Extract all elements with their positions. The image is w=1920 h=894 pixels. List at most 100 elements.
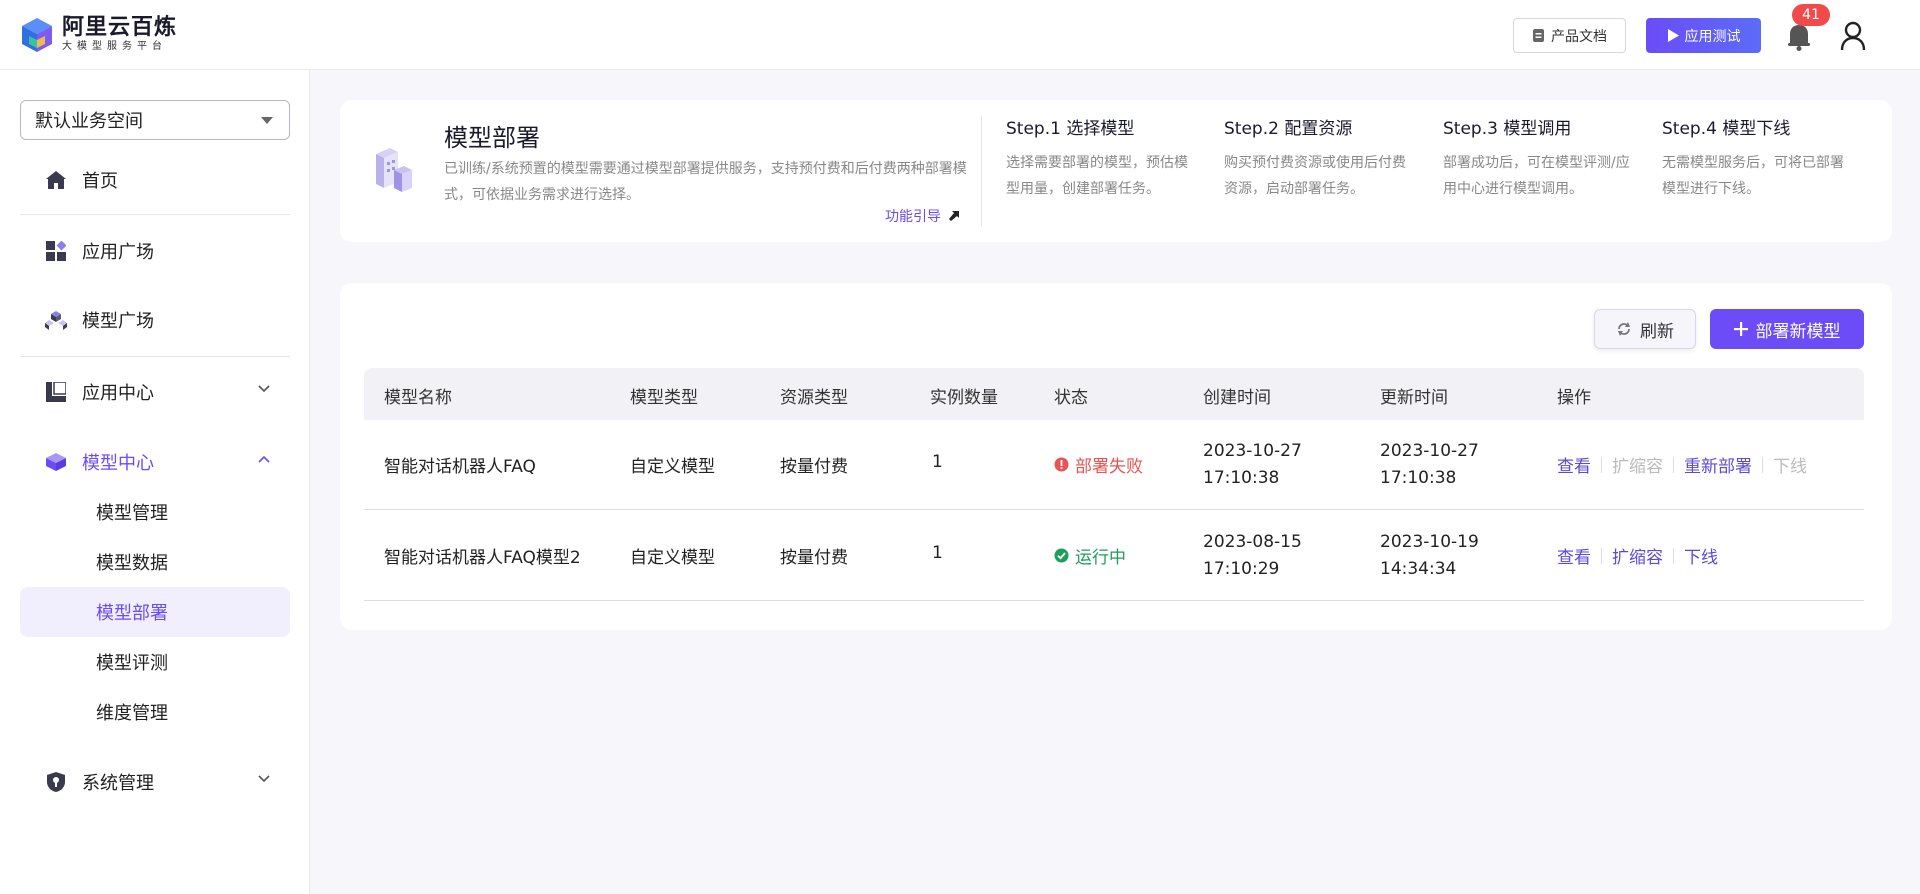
app-test-button[interactable]: 应用测试 bbox=[1646, 18, 1761, 53]
table-row: 智能对话机器人FAQ模型2 自定义模型 按量付费 1 运行中 2023-08-1… bbox=[364, 511, 1864, 601]
sidebar-item-home[interactable]: 首页 bbox=[20, 155, 290, 205]
sidebar-subitem-model-evaluation[interactable]: 模型评测 bbox=[20, 637, 290, 687]
refresh-button[interactable]: 刷新 bbox=[1594, 309, 1696, 349]
chevron-down-icon bbox=[258, 385, 270, 393]
divider bbox=[1762, 456, 1763, 473]
user-icon[interactable] bbox=[1838, 20, 1868, 52]
resource-type-cell: 按量付费 bbox=[780, 548, 848, 568]
step-description: 无需模型服务后，可将已部署模型进行下线。 bbox=[1662, 155, 1844, 197]
divider bbox=[1601, 547, 1602, 564]
scale-link[interactable]: 扩缩容 bbox=[1612, 543, 1663, 568]
column-header: 操作 bbox=[1557, 388, 1591, 408]
sidebar-subitem-label: 模型管理 bbox=[96, 503, 168, 524]
sidebar-item-model-center[interactable]: 模型中心 bbox=[20, 437, 290, 487]
app-logo[interactable]: 阿里云百炼 大模型服务平台 bbox=[20, 16, 177, 54]
sidebar-subitem-model-deployment[interactable]: 模型部署 bbox=[20, 587, 290, 637]
sidebar-item-label: 应用广场 bbox=[82, 242, 154, 263]
buildings-icon bbox=[376, 148, 412, 192]
grid-icon bbox=[44, 239, 68, 263]
cubes-icon bbox=[44, 308, 68, 332]
play-icon bbox=[1667, 29, 1679, 42]
step-2: Step.2 配置资源 购买预付费资源或使用后付费资源，启动部署任务。 bbox=[1224, 116, 1414, 202]
plus-icon bbox=[1733, 322, 1748, 336]
check-circle-icon bbox=[1054, 548, 1069, 563]
arrow-up-right-icon bbox=[949, 211, 959, 221]
sidebar-item-model-square[interactable]: 模型广场 bbox=[20, 295, 290, 345]
chevron-down-icon bbox=[258, 775, 270, 783]
redeploy-link[interactable]: 重新部署 bbox=[1684, 452, 1752, 477]
column-header: 创建时间 bbox=[1203, 388, 1271, 408]
updated-date: 2023-10-27 bbox=[1380, 441, 1479, 461]
home-icon bbox=[44, 168, 68, 192]
model-type-cell: 自定义模型 bbox=[630, 548, 715, 568]
created-time-cell: 2023-10-27 17:10:38 bbox=[1203, 438, 1302, 492]
offline-link[interactable]: 下线 bbox=[1684, 543, 1718, 568]
sidebar-item-app-square[interactable]: 应用广场 bbox=[20, 226, 290, 276]
created-clock: 17:10:38 bbox=[1203, 468, 1280, 488]
step-description: 部署成功后，可在模型评测/应用中心进行模型调用。 bbox=[1443, 155, 1630, 197]
divider bbox=[1673, 456, 1674, 473]
deploy-new-model-button[interactable]: 部署新模型 bbox=[1710, 309, 1864, 349]
created-date: 2023-10-27 bbox=[1203, 441, 1302, 461]
sidebar-subitem-model-data[interactable]: 模型数据 bbox=[20, 537, 290, 587]
table-row: 智能对话机器人FAQ 自定义模型 按量付费 1 部署失败 2023-10-27 … bbox=[364, 420, 1864, 510]
page-title: 模型部署 bbox=[444, 124, 540, 152]
column-header: 状态 bbox=[1054, 388, 1088, 408]
app-title: 阿里云百炼 bbox=[62, 15, 178, 40]
sidebar-item-label: 首页 bbox=[82, 171, 118, 192]
model-center-icon bbox=[44, 450, 68, 474]
step-title: Step.2 配置资源 bbox=[1224, 119, 1353, 139]
page-description: 已训练/系统预置的模型需要通过模型部署提供服务，支持预付费和后付费两种部署模式，… bbox=[444, 161, 967, 203]
scale-link[interactable]: 扩缩容 bbox=[1612, 452, 1663, 477]
column-header: 模型类型 bbox=[630, 388, 698, 408]
feature-guide-link[interactable]: 功能引导 bbox=[885, 206, 959, 226]
status-label: 运行中 bbox=[1075, 548, 1126, 568]
sidebar-subitem-label: 模型评测 bbox=[96, 653, 168, 674]
app-center-icon bbox=[44, 380, 68, 404]
divider bbox=[1673, 547, 1674, 564]
sidebar-item-label: 模型广场 bbox=[82, 311, 154, 332]
updated-time-cell: 2023-10-19 14:34:34 bbox=[1380, 529, 1479, 583]
deployment-table-card: 刷新 部署新模型 模型名称 模型类型 资源类型 实例数量 状态 创建时间 更新时… bbox=[340, 283, 1892, 630]
view-link[interactable]: 查看 bbox=[1557, 452, 1591, 477]
step-description: 选择需要部署的模型，预估模型用量，创建部署任务。 bbox=[1006, 155, 1188, 197]
app-subtitle: 大模型服务平台 bbox=[62, 41, 167, 52]
step-1: Step.1 选择模型 选择需要部署的模型，预估模型用量，创建部署任务。 bbox=[1006, 116, 1196, 202]
step-title: Step.4 模型下线 bbox=[1662, 119, 1791, 139]
offline-link[interactable]: 下线 bbox=[1773, 452, 1807, 477]
sidebar-subitem-label: 模型部署 bbox=[96, 603, 168, 624]
step-3: Step.3 模型调用 部署成功后，可在模型评测/应用中心进行模型调用。 bbox=[1443, 116, 1633, 202]
sidebar-subitem-dimension-management[interactable]: 维度管理 bbox=[20, 687, 290, 737]
step-4: Step.4 模型下线 无需模型服务后，可将已部署模型进行下线。 bbox=[1662, 116, 1852, 202]
chevron-up-icon bbox=[258, 455, 270, 463]
step-title: Step.1 选择模型 bbox=[1006, 119, 1135, 139]
created-time-cell: 2023-08-15 17:10:29 bbox=[1203, 529, 1302, 583]
workspace-select[interactable]: 默认业务空间 bbox=[20, 100, 290, 140]
column-header: 资源类型 bbox=[780, 388, 848, 408]
sidebar-item-label: 系统管理 bbox=[82, 773, 154, 794]
created-clock: 17:10:29 bbox=[1203, 559, 1280, 579]
sidebar-item-label: 模型中心 bbox=[82, 453, 154, 474]
sidebar-item-app-center[interactable]: 应用中心 bbox=[20, 367, 290, 417]
model-name-cell: 智能对话机器人FAQ模型2 bbox=[384, 548, 581, 568]
document-icon bbox=[1533, 29, 1544, 42]
chevron-down-icon bbox=[261, 117, 273, 124]
updated-date: 2023-10-19 bbox=[1380, 532, 1479, 552]
updated-clock: 14:34:34 bbox=[1380, 559, 1457, 579]
sidebar-item-label: 应用中心 bbox=[82, 383, 154, 404]
status-badge: 运行中 bbox=[1054, 543, 1126, 568]
top-bar: 阿里云百炼 大模型服务平台 产品文档 应用测试 41 bbox=[0, 0, 1920, 70]
sidebar-item-system-management[interactable]: 系统管理 bbox=[20, 757, 290, 807]
product-docs-button[interactable]: 产品文档 bbox=[1513, 18, 1626, 53]
created-date: 2023-08-15 bbox=[1203, 532, 1302, 552]
model-type-cell: 自定义模型 bbox=[630, 457, 715, 477]
refresh-label: 刷新 bbox=[1640, 321, 1674, 342]
actions-cell: 查看 扩缩容 重新部署 下线 bbox=[1557, 452, 1807, 477]
step-description: 购买预付费资源或使用后付费资源，启动部署任务。 bbox=[1224, 155, 1406, 197]
view-link[interactable]: 查看 bbox=[1557, 543, 1591, 568]
updated-clock: 17:10:38 bbox=[1380, 468, 1457, 488]
status-badge: 部署失败 bbox=[1054, 452, 1143, 477]
notification-badge: 41 bbox=[1792, 4, 1830, 26]
workspace-value: 默认业务空间 bbox=[35, 111, 143, 132]
sidebar-subitem-model-management[interactable]: 模型管理 bbox=[20, 487, 290, 537]
